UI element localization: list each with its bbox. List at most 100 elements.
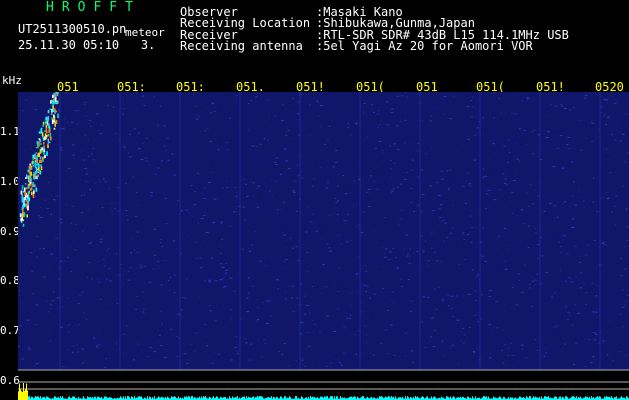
noise-speck	[204, 130, 206, 132]
trace-bar	[332, 396, 333, 400]
noise-speck	[88, 242, 92, 244]
noise-speck	[400, 95, 404, 97]
noise-speck	[493, 199, 497, 201]
noise-speck	[181, 210, 183, 212]
noise-speck	[295, 360, 298, 362]
noise-speck	[177, 100, 180, 102]
noise-speck	[433, 301, 436, 303]
noise-speck	[400, 220, 403, 222]
noise-speck	[614, 224, 617, 226]
trace-bar	[362, 396, 363, 400]
noise-speck	[142, 311, 144, 313]
noise-speck	[554, 326, 557, 328]
noise-speck	[326, 365, 328, 367]
trace-bar	[331, 396, 332, 400]
timestamp-value: 25.11.30 05:10	[18, 38, 120, 52]
noise-speck	[607, 172, 611, 174]
noise-speck	[264, 320, 268, 322]
trace-bar	[381, 396, 382, 400]
trace-bar	[626, 396, 627, 400]
noise-speck	[507, 348, 510, 349]
noise-speck	[531, 280, 535, 282]
noise-speck	[157, 167, 160, 169]
noise-speck	[107, 104, 110, 106]
noise-speck	[522, 308, 524, 310]
echo-pixel	[25, 177, 27, 179]
noise-speck	[162, 327, 164, 329]
noise-speck	[424, 240, 427, 242]
noise-speck	[423, 251, 425, 253]
noise-speck	[276, 209, 279, 211]
echo-pixel	[29, 165, 32, 170]
echo-pixel	[22, 209, 24, 214]
noise-speck	[125, 210, 128, 212]
noise-speck	[508, 139, 510, 141]
noise-speck	[268, 300, 272, 302]
noise-speck	[615, 275, 617, 277]
noise-speck	[295, 211, 298, 212]
noise-speck	[246, 195, 249, 197]
noise-speck	[450, 295, 454, 297]
noise-speck	[558, 337, 562, 339]
noise-speck	[158, 267, 161, 269]
echo-pixel	[33, 172, 35, 176]
noise-speck	[310, 270, 313, 272]
noise-speck	[291, 98, 294, 100]
noise-speck	[420, 189, 423, 191]
noise-speck	[527, 247, 530, 248]
y-tick-label: 1.0	[0, 175, 20, 188]
noise-speck	[231, 253, 234, 255]
noise-speck	[344, 287, 347, 289]
noise-speck	[150, 195, 153, 197]
noise-speck	[110, 203, 114, 205]
noise-speck	[475, 276, 479, 277]
noise-speck	[74, 134, 76, 136]
noise-speck	[432, 346, 436, 348]
noise-speck	[200, 181, 203, 183]
noise-speck	[617, 184, 620, 186]
noise-speck	[230, 179, 232, 181]
noise-speck	[519, 325, 523, 326]
noise-speck	[245, 306, 249, 308]
noise-speck	[424, 347, 426, 349]
echo-pixel	[46, 151, 48, 157]
noise-speck	[33, 365, 37, 367]
noise-speck	[209, 140, 212, 142]
noise-speck	[108, 268, 111, 270]
noise-speck	[495, 301, 499, 302]
noise-speck	[416, 156, 418, 158]
noise-speck	[215, 338, 219, 340]
noise-speck	[249, 234, 252, 236]
noise-speck	[483, 128, 487, 130]
noise-speck	[619, 258, 622, 260]
noise-speck	[139, 264, 142, 266]
noise-speck	[26, 246, 28, 248]
trace-bar	[141, 396, 142, 400]
noise-speck	[625, 208, 628, 210]
noise-speck	[50, 304, 53, 306]
noise-speck	[264, 121, 266, 123]
noise-speck	[284, 243, 288, 245]
noise-speck	[95, 345, 98, 347]
echo-pixel	[30, 171, 32, 176]
noise-speck	[235, 195, 238, 197]
noise-speck	[612, 179, 616, 181]
echo-pixel	[42, 121, 45, 125]
noise-speck	[335, 150, 338, 152]
noise-speck	[311, 213, 315, 215]
noise-speck	[72, 144, 75, 145]
noise-speck	[68, 331, 70, 333]
noise-speck	[618, 147, 620, 149]
noise-speck	[602, 340, 605, 342]
noise-speck	[46, 300, 48, 302]
noise-speck	[588, 339, 591, 341]
noise-speck	[18, 128, 21, 130]
y-tick-label: 1.1	[0, 125, 20, 138]
noise-speck	[574, 365, 576, 367]
trace-bar	[611, 396, 612, 400]
noise-speck	[585, 292, 588, 293]
echo-pixel	[54, 97, 57, 102]
noise-speck	[544, 332, 547, 334]
echo-pixel	[42, 125, 44, 127]
noise-speck	[140, 267, 143, 269]
